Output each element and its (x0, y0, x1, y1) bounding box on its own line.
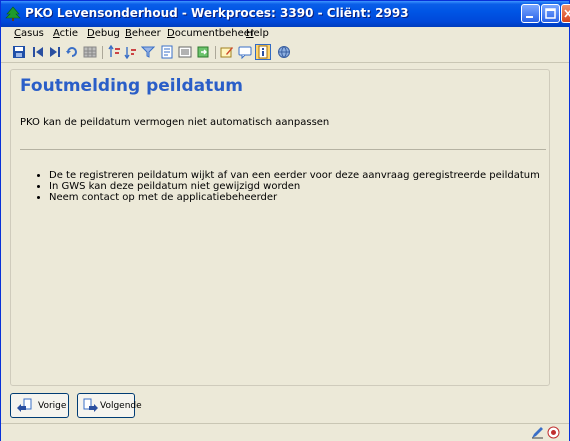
menu-help[interactable]: Help (246, 28, 269, 39)
list-item: Neem contact op met de applicatiebeheerd… (49, 192, 540, 203)
help-status-icon[interactable] (547, 426, 560, 439)
refresh-icon[interactable] (65, 45, 79, 59)
last-record-icon[interactable] (48, 45, 62, 59)
toolbar-separator (102, 46, 103, 59)
next-button[interactable]: Volgende (77, 393, 142, 418)
grid-icon[interactable] (83, 45, 97, 59)
save-icon[interactable] (12, 45, 26, 59)
filter-icon[interactable] (141, 45, 155, 59)
previous-arrow-icon (17, 398, 32, 412)
error-message: PKO kan de peildatum vermogen niet autom… (20, 117, 330, 128)
toolbar-separator (215, 46, 216, 59)
menu-bar: Casus Actie Debug Beheer Documentbeheer … (1, 27, 569, 43)
info-icon[interactable] (255, 44, 271, 60)
pen-status-icon[interactable] (531, 426, 544, 439)
maximize-icon (545, 8, 556, 19)
list-item: De te registreren peildatum wijkt af van… (49, 170, 540, 181)
page-title: Foutmelding peildatum (20, 76, 244, 96)
window-title: PKO Levensonderhoud - Werkproces: 3390 -… (25, 6, 409, 20)
status-bar (1, 423, 569, 441)
globe-icon[interactable] (277, 45, 291, 59)
toolbar (1, 43, 569, 63)
sort-ascending-icon[interactable] (108, 45, 122, 59)
list-item: In GWS kan deze peildatum niet gewijzigd… (49, 181, 540, 192)
next-arrow-icon (83, 398, 98, 412)
menu-documentbeheer[interactable]: Documentbeheer (167, 28, 254, 39)
minimize-icon (526, 16, 533, 18)
document-icon[interactable] (160, 45, 174, 59)
previous-button[interactable]: Vorige (10, 393, 69, 418)
first-record-icon[interactable] (31, 45, 45, 59)
export-icon[interactable] (196, 45, 210, 59)
previous-button-label: Vorige (38, 401, 67, 411)
list-icon[interactable] (178, 45, 192, 59)
title-bar[interactable]: PKO Levensonderhoud - Werkproces: 3390 -… (1, 1, 570, 27)
comment-icon[interactable] (238, 45, 252, 59)
application-window: PKO Levensonderhoud - Werkproces: 3390 -… (0, 0, 570, 441)
next-button-label: Volgende (100, 401, 142, 411)
error-details-list: De te registreren peildatum wijkt af van… (35, 170, 540, 203)
close-button[interactable] (561, 4, 570, 23)
tree-app-icon (5, 6, 21, 21)
menu-beheer[interactable]: Beheer (125, 28, 161, 39)
content-panel: Foutmelding peildatum PKO kan de peildat… (10, 69, 550, 386)
menu-actie[interactable]: Actie (53, 28, 78, 39)
sort-descending-icon[interactable] (124, 45, 138, 59)
menu-casus[interactable]: Casus (14, 28, 44, 39)
divider (20, 149, 546, 150)
minimize-button[interactable] (521, 4, 540, 23)
close-icon (564, 9, 570, 18)
menu-debug[interactable]: Debug (87, 28, 120, 39)
edit-note-icon[interactable] (220, 45, 234, 59)
maximize-button[interactable] (541, 4, 560, 23)
